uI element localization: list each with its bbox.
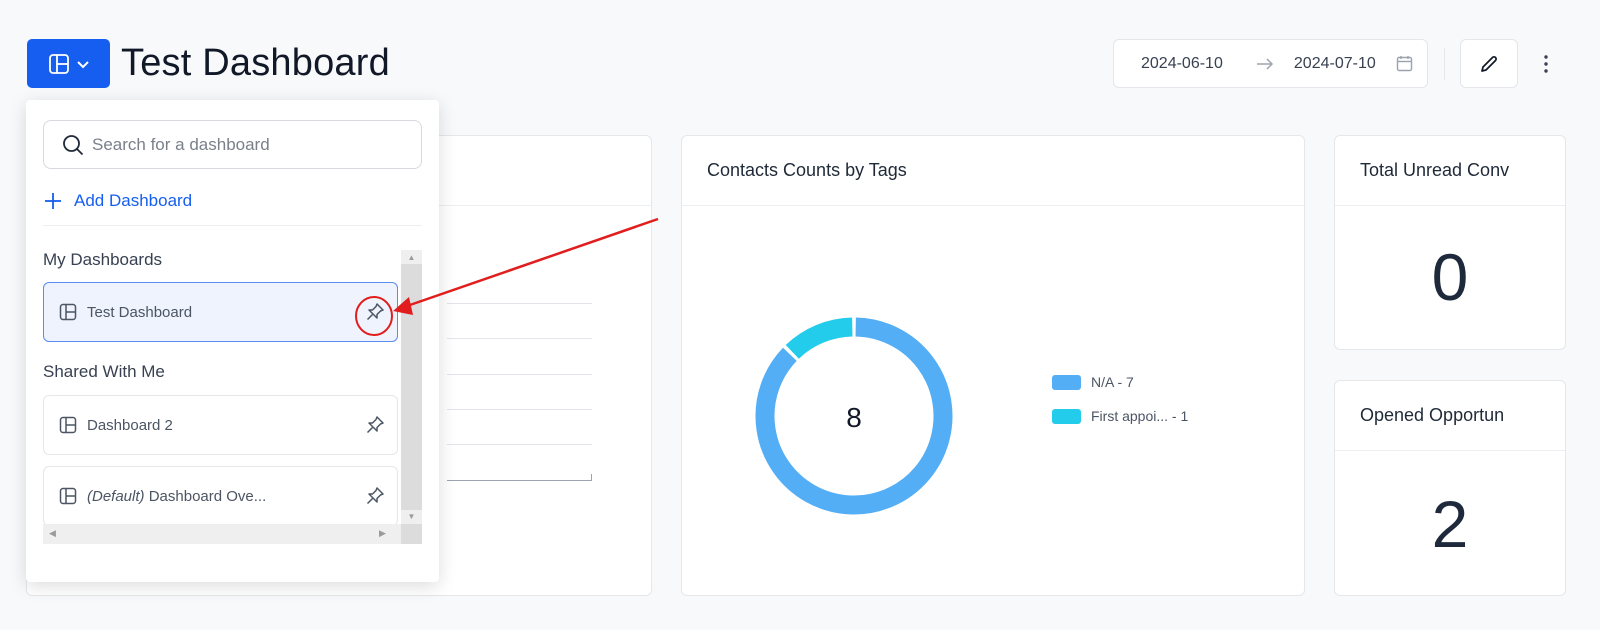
- more-vertical-icon: [1544, 55, 1548, 73]
- dashboard-name: (Default) Dashboard Ove...: [87, 488, 266, 505]
- dashboard-item-test-dashboard[interactable]: Test Dashboard: [43, 282, 398, 342]
- card-title: Opened Opportun: [1335, 381, 1565, 451]
- scrollbar-corner: [401, 524, 422, 544]
- donut-chart: 8: [755, 317, 953, 515]
- scroll-left-arrow-icon[interactable]: ◀: [49, 528, 56, 539]
- default-tag: (Default): [87, 487, 145, 505]
- opportunities-count: 2: [1431, 487, 1469, 561]
- unread-count: 0: [1431, 240, 1469, 314]
- scroll-down-arrow-icon[interactable]: ▼: [401, 512, 422, 521]
- layout-icon: [59, 487, 77, 505]
- date-range-picker[interactable]: 2024-06-10 2024-07-10: [1113, 39, 1428, 88]
- dashboard-search-input[interactable]: Search for a dashboard: [43, 120, 422, 169]
- card-title: Total Unread Conv: [1335, 136, 1565, 206]
- dashboard-switcher-button[interactable]: [27, 39, 110, 88]
- dashboard-dropdown: Search for a dashboard Add Dashboard My …: [26, 100, 439, 582]
- pencil-icon: [1481, 55, 1497, 72]
- legend-label: N/A - 7: [1091, 374, 1134, 390]
- card-title: Contacts Counts by Tags: [682, 136, 1304, 206]
- total-unread-card: Total Unread Conv 0: [1334, 135, 1566, 350]
- horizontal-scrollbar[interactable]: ◀ ▶: [43, 524, 422, 544]
- dashboard-item-dashboard-2[interactable]: Dashboard 2: [43, 395, 398, 455]
- pin-icon[interactable]: [365, 415, 385, 435]
- date-start: 2024-06-10: [1141, 54, 1223, 72]
- scrollbar-thumb[interactable]: [401, 264, 422, 510]
- add-dashboard-button[interactable]: Add Dashboard: [44, 188, 192, 214]
- dashboard-page: Test Dashboard 2024-06-10 2024-07-10 Con…: [0, 0, 1600, 630]
- calendar-icon: [1396, 55, 1413, 72]
- layout-icon: [59, 303, 77, 321]
- page-title: Test Dashboard: [121, 42, 390, 84]
- legend-swatch: [1052, 374, 1081, 390]
- donut-center-value: 8: [846, 402, 862, 433]
- chevron-down-icon: [76, 60, 89, 68]
- dashboard-name: Dashboard 2: [87, 416, 173, 434]
- date-end: 2024-07-10: [1293, 54, 1376, 72]
- vertical-scrollbar[interactable]: ▲ ▼: [401, 250, 422, 524]
- opened-opportunities-card: Opened Opportun 2: [1334, 380, 1566, 596]
- shared-with-me-heading: Shared With Me: [43, 362, 165, 381]
- scroll-right-arrow-icon[interactable]: ▶: [379, 528, 386, 539]
- legend-label: First appoi... - 1: [1091, 408, 1189, 424]
- search-placeholder: Search for a dashboard: [92, 134, 270, 154]
- pin-icon[interactable]: [365, 486, 385, 506]
- legend-item[interactable]: N/A - 7: [1052, 374, 1134, 390]
- arrow-right-icon: [1235, 57, 1294, 71]
- plus-icon: [45, 193, 61, 209]
- more-options-button[interactable]: [1536, 49, 1556, 79]
- legend-item[interactable]: First appoi... - 1: [1052, 408, 1188, 424]
- header-divider: [1444, 48, 1445, 80]
- dashboard-name-text: Dashboard Ove...: [148, 487, 267, 505]
- contacts-by-tags-card: Contacts Counts by Tags 8 N/A - 7 First …: [681, 135, 1305, 596]
- pin-icon[interactable]: [365, 302, 385, 322]
- edit-dashboard-button[interactable]: [1460, 39, 1518, 88]
- dashboard-item-default-overview[interactable]: (Default) Dashboard Ove...: [43, 466, 398, 526]
- scroll-up-arrow-icon[interactable]: ▲: [401, 253, 422, 262]
- my-dashboards-heading: My Dashboards: [43, 250, 163, 269]
- dashboard-name: Test Dashboard: [87, 303, 193, 321]
- layout-icon: [59, 416, 77, 434]
- layout-icon: [48, 53, 69, 74]
- donut-slice-first-appointment[interactable]: [785, 317, 853, 359]
- legend-swatch: [1052, 408, 1081, 424]
- divider: [43, 225, 422, 226]
- add-dashboard-label: Add Dashboard: [74, 191, 193, 210]
- search-icon: [63, 134, 84, 155]
